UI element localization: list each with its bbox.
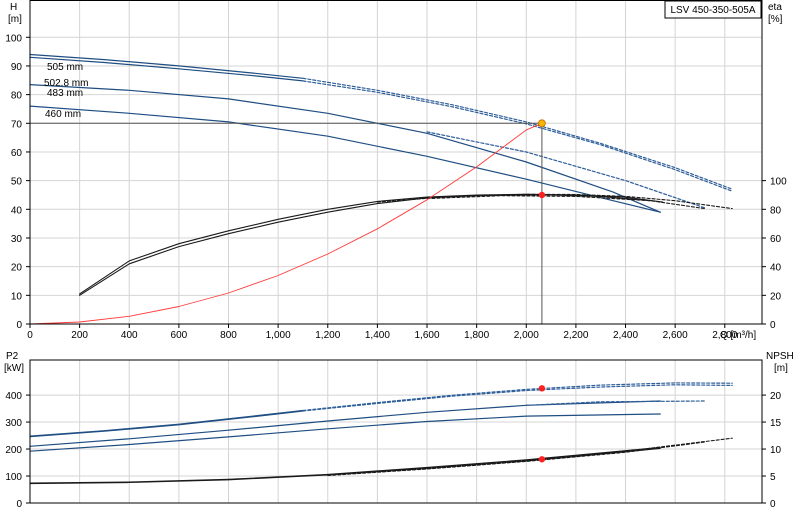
diameter-label-2: 483 mm xyxy=(47,88,83,99)
diameter-label-3: 460 mm xyxy=(45,109,81,120)
top-ylabel-right-unit: [%] xyxy=(768,14,783,25)
op-power-point xyxy=(538,385,546,392)
top-xtick-label: 200 xyxy=(71,330,88,341)
top-head-curve-6 xyxy=(29,105,661,213)
top-ytick-right-label: 20 xyxy=(770,291,782,302)
top-ytick-left-label: 60 xyxy=(11,148,23,159)
top-ytick-right-label: 0 xyxy=(770,320,776,331)
top-efficiency-curve-7 xyxy=(79,194,651,296)
top-system-curve-11 xyxy=(29,122,543,325)
top-xtick-label: 1,000 xyxy=(266,330,291,341)
bottom-ytick-right-label: 15 xyxy=(770,418,782,429)
model-label: LSV 450-350-505A xyxy=(670,5,755,16)
top-xtick-label: 2,000 xyxy=(514,330,539,341)
top-ylabel-left-unit: [m] xyxy=(8,14,22,25)
bottom-ytick-right-label: 20 xyxy=(770,391,782,402)
bottom-npsh-curve-8 xyxy=(327,437,733,476)
bottom-power-curve-4 xyxy=(29,400,661,447)
top-xtick-label: 2,400 xyxy=(613,330,638,341)
op-eta-point xyxy=(538,191,546,199)
bottom-ylabel-right-unit: [m] xyxy=(774,363,788,374)
bottom-power-curve-0 xyxy=(29,409,304,437)
top-xtick-label: 0 xyxy=(27,330,33,341)
top-xtick-label: 600 xyxy=(171,330,188,341)
top-xtick-label: 1,800 xyxy=(464,330,489,341)
top-xtick-label: 1,400 xyxy=(365,330,390,341)
bottom-ytick-left-label: 0 xyxy=(16,499,22,510)
top-ytick-left-label: 50 xyxy=(11,177,23,188)
op-npsh-point xyxy=(538,456,546,463)
top-efficiency-curve-10 xyxy=(426,195,706,210)
diameter-label-0: 505 mm xyxy=(47,62,83,73)
pump-curve-svg: 0 200 400 600 800 1,000 1,200 1,400 1,600 1,800 2,… xyxy=(4,0,794,510)
bottom-ytick-right-label: 5 xyxy=(770,472,776,483)
op-head-point xyxy=(538,119,546,128)
top-xtick-label: 2,600 xyxy=(663,330,688,341)
top-xtick-label: 2,200 xyxy=(563,330,588,341)
bottom-power-curve-3 xyxy=(302,384,733,412)
top-ytick-left-label: 40 xyxy=(11,205,23,216)
top-ytick-left-label: 70 xyxy=(11,119,23,130)
points-layer xyxy=(30,119,546,463)
top-ytick-left-label: 30 xyxy=(11,234,23,245)
top-head-curve-4 xyxy=(29,83,661,213)
top-ytick-left-label: 20 xyxy=(11,263,23,274)
top-ytick-right-label: 80 xyxy=(770,205,782,216)
bottom-ytick-left-label: 100 xyxy=(5,472,22,483)
top-ytick-left-label: 10 xyxy=(11,291,23,302)
bottom-ytick-left-label: 300 xyxy=(5,418,22,429)
top-ytick-right-label: 40 xyxy=(770,263,782,274)
curves-layer xyxy=(29,53,733,485)
top-xtick-label: 1,200 xyxy=(315,330,340,341)
bottom-ytick-left-label: 200 xyxy=(5,445,22,456)
top-xtick-label: 800 xyxy=(220,330,237,341)
bottom-npsh-curve-7 xyxy=(29,446,661,484)
bottom-ytick-left-label: 400 xyxy=(5,391,22,402)
top-ytick-right-label: 60 xyxy=(770,234,782,245)
top-plot-frame xyxy=(29,0,763,325)
bottom-ylabel-right: NPSH xyxy=(766,351,794,362)
bottom-ytick-right-label: 0 xyxy=(770,499,776,510)
top-ytick-left-label: 100 xyxy=(5,33,22,44)
top-ytick-right-label: 100 xyxy=(770,177,787,188)
pump-curve-figure: 0 200 400 600 800 1,000 1,200 1,400 1,600 1,800 2,… xyxy=(0,0,800,520)
bottom-ylabel-left-unit: [kW] xyxy=(4,363,24,374)
top-xlabel: Q [m³/h] xyxy=(720,330,756,341)
top-xtick-label: 400 xyxy=(121,330,138,341)
top-ytick-left-label: 0 xyxy=(16,320,22,331)
top-ylabel-left: H xyxy=(10,2,17,13)
bottom-ytick-right-label: 10 xyxy=(770,445,782,456)
top-ylabel-right: eta xyxy=(768,2,782,13)
top-xtick-label: 1,600 xyxy=(415,330,440,341)
bottom-ylabel-left: P2 xyxy=(6,351,19,362)
top-ytick-left-label: 80 xyxy=(11,91,23,102)
top-ytick-left-label: 90 xyxy=(11,62,23,73)
bottom-npsh-curve-9 xyxy=(29,447,661,485)
